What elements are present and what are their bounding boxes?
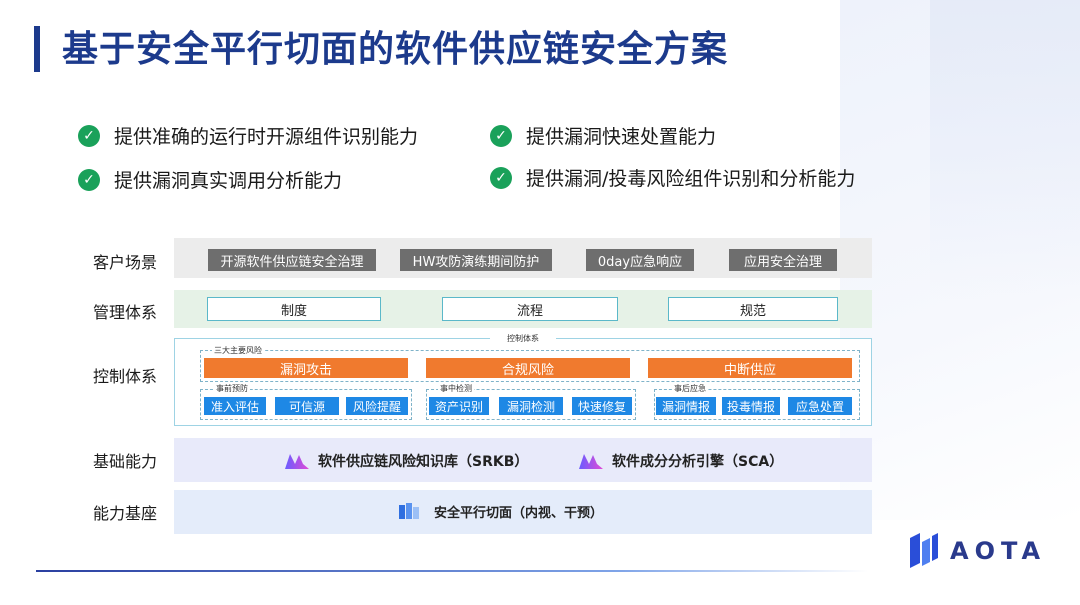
action-tag: 漏洞情报 xyxy=(656,397,716,415)
scene-tag: 开源软件供应链安全治理 xyxy=(208,249,376,271)
foundation-label: 安全平行切面（内视、干预） xyxy=(434,505,604,521)
action-tag: 准入评估 xyxy=(204,397,266,415)
parallel-plane-icon xyxy=(399,503,419,519)
row-label-mgmt: 管理体系 xyxy=(92,303,157,322)
base-item-label: 软件成分分析引擎（SCA） xyxy=(612,454,784,470)
engine-logo-icon xyxy=(285,454,309,469)
phase-label: 事前预防 xyxy=(214,383,250,394)
row-label-scene: 客户场景 xyxy=(92,253,157,272)
risk-tag: 中断供应 xyxy=(648,358,852,378)
brand-logo: AOTA xyxy=(908,532,1046,570)
row-label-foundation: 能力基座 xyxy=(92,504,157,523)
feature-item: ✓ 提供漏洞真实调用分析能力 xyxy=(78,166,342,193)
check-circle-icon: ✓ xyxy=(490,166,512,189)
footer-divider xyxy=(36,570,868,572)
feature-label: 提供漏洞快速处置能力 xyxy=(526,126,717,148)
title-accent-bar xyxy=(34,26,40,72)
action-tag: 漏洞检测 xyxy=(499,397,563,415)
scene-tag: HW攻防演练期间防护 xyxy=(400,249,552,271)
action-tag: 投毒情报 xyxy=(722,397,780,415)
mgmt-box: 规范 xyxy=(668,297,838,321)
action-tag: 风险提醒 xyxy=(346,397,408,415)
base-item: 软件供应链风险知识库（SRKB） xyxy=(284,451,528,471)
scene-tag: 0day应急响应 xyxy=(586,249,694,271)
feature-label: 提供漏洞真实调用分析能力 xyxy=(114,170,343,192)
risk-tag: 漏洞攻击 xyxy=(204,358,408,378)
check-circle-icon: ✓ xyxy=(78,168,100,191)
action-tag: 快速修复 xyxy=(572,397,632,415)
check-circle-icon: ✓ xyxy=(490,124,512,147)
feature-item: ✓ 提供漏洞/投毒风险组件识别和分析能力 xyxy=(490,164,855,191)
action-tag: 可信源 xyxy=(275,397,339,415)
phase-label: 事中检测 xyxy=(438,383,474,394)
row-label-control: 控制体系 xyxy=(92,367,157,386)
background-decoration-accent xyxy=(930,0,1080,300)
base-item: 软件成分分析引擎（SCA） xyxy=(578,451,783,471)
risk-tag: 合规风险 xyxy=(426,358,630,378)
row-label-base: 基础能力 xyxy=(92,452,157,471)
page-title: 基于安全平行切面的软件供应链安全方案 xyxy=(62,29,729,70)
brand-mark-icon xyxy=(910,533,938,568)
engine-logo-icon xyxy=(579,454,603,469)
feature-label: 提供准确的运行时开源组件识别能力 xyxy=(114,126,419,148)
feature-item: ✓ 提供准确的运行时开源组件识别能力 xyxy=(78,122,418,149)
check-circle-icon: ✓ xyxy=(78,124,100,147)
control-title: 控制体系 xyxy=(490,333,556,344)
risks-label: 三大主要风险 xyxy=(212,345,264,356)
mgmt-box: 流程 xyxy=(442,297,618,321)
action-tag: 资产识别 xyxy=(429,397,489,415)
base-item-label: 软件供应链风险知识库（SRKB） xyxy=(318,454,529,470)
action-tag: 应急处置 xyxy=(788,397,852,415)
phase-label: 事后应急 xyxy=(672,383,708,394)
feature-item: ✓ 提供漏洞快速处置能力 xyxy=(490,122,716,149)
mgmt-box: 制度 xyxy=(207,297,381,321)
brand-name: AOTA xyxy=(950,537,1047,565)
scene-tag: 应用安全治理 xyxy=(729,249,837,271)
feature-label: 提供漏洞/投毒风险组件识别和分析能力 xyxy=(526,168,856,190)
foundation-item: 安全平行切面（内视、干预） xyxy=(398,501,603,521)
